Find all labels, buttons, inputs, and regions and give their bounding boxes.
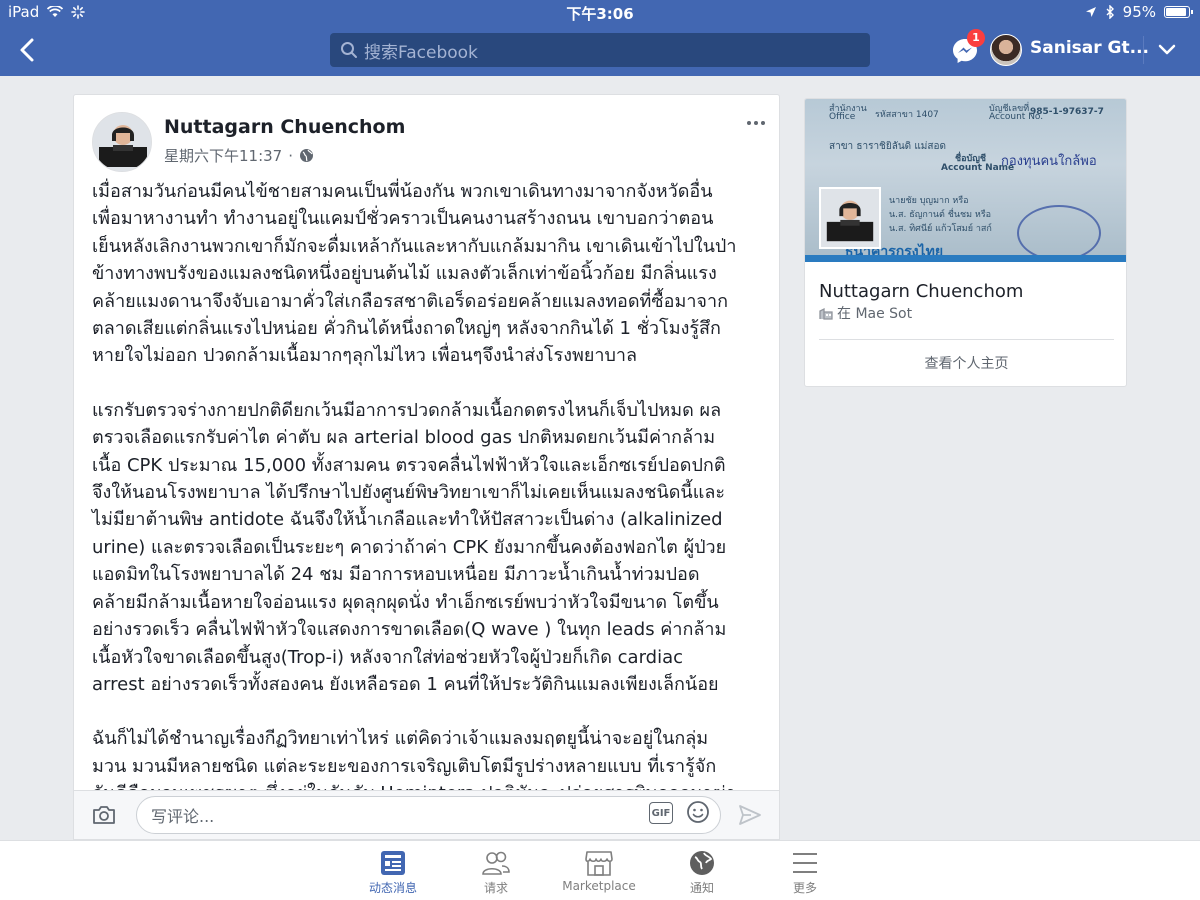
tab-news-feed[interactable]: 动态消息 — [348, 849, 438, 896]
gif-button[interactable]: GIF — [649, 802, 673, 824]
profile-divider — [819, 339, 1114, 340]
cover-holder-2: น.ส. ธัญกานต์ ชื่นชม หรือ — [889, 210, 992, 220]
bluetooth-icon — [1106, 5, 1114, 19]
globe-icon — [300, 149, 314, 162]
cover-stamp — [1017, 205, 1101, 261]
post-more-options-button[interactable] — [747, 117, 769, 129]
post-paragraph-2: แรกรับตรวจร่างกายปกติดียกเว้นมีอาการปวดก… — [92, 399, 727, 695]
cover-account-name: กองทุนคนใกล้พอ — [1001, 154, 1097, 169]
battery-level — [1166, 8, 1186, 16]
news-feed-icon — [381, 851, 405, 875]
status-right: 95% — [1085, 3, 1193, 21]
tab-label: 通知 — [689, 881, 714, 895]
author-photo — [93, 113, 151, 171]
profile-photo — [821, 189, 879, 247]
messenger-badge: 1 — [967, 29, 985, 47]
tab-label: 请求 — [483, 881, 508, 895]
location-arrow-icon — [1085, 7, 1096, 17]
status-time: 下午3:06 — [566, 5, 634, 23]
cover-account-number: 985-1-97637-7 — [1030, 107, 1104, 117]
more-menu-icon — [793, 853, 817, 873]
notifications-globe-icon — [690, 851, 714, 875]
tab-requests[interactable]: 请求 — [451, 849, 541, 896]
cover-office-en: Office — [829, 112, 856, 122]
post-author-avatar[interactable] — [92, 112, 152, 172]
search-placeholder: 搜索Facebook — [364, 42, 478, 63]
tab-marketplace[interactable]: Marketplace — [554, 849, 644, 893]
send-icon[interactable] — [738, 803, 762, 827]
tab-label: 更多 — [792, 881, 817, 895]
user-name[interactable]: Sanisar Gt... — [1030, 38, 1149, 58]
post-body: เมื่อสามวันก่อนมีคนไข้ชายสามคนเป็นพี่น้อ… — [92, 178, 772, 835]
comment-input[interactable]: 写评论... — [136, 796, 721, 834]
profile-picture[interactable] — [819, 187, 881, 249]
post-author-name[interactable]: Nuttagarn Chuenchom — [164, 116, 405, 138]
nav-divider — [1143, 36, 1144, 64]
comment-placeholder: 写评论... — [151, 807, 215, 826]
chevron-down-icon[interactable] — [1156, 38, 1178, 60]
user-avatar[interactable] — [990, 34, 1022, 66]
profile-location: 在 Mae Sot — [819, 303, 912, 323]
back-button[interactable] — [12, 34, 44, 66]
profile-name[interactable]: Nuttagarn Chuenchom — [819, 281, 1023, 302]
tab-label: Marketplace — [562, 879, 636, 893]
meta-separator: · — [288, 146, 294, 165]
comment-bar: 写评论... GIF — [73, 790, 780, 840]
tab-more[interactable]: 更多 — [760, 849, 850, 896]
emoji-icon[interactable] — [686, 800, 710, 824]
top-nav-bar: 搜索Facebook 1 Sanisar Gt... — [0, 24, 1200, 76]
post-timestamp[interactable]: 星期六下午11:37 — [164, 145, 282, 166]
marketplace-icon — [585, 851, 613, 876]
friend-requests-icon — [482, 851, 510, 875]
building-icon — [819, 307, 833, 320]
status-bar: iPad 下午3:06 95% — [0, 0, 1200, 24]
cover-branch-code: รหัสสาขา 1407 — [875, 110, 939, 120]
post-meta: 星期六下午11:37 · — [164, 145, 314, 166]
tab-label: 动态消息 — [368, 881, 417, 895]
cover-holder-3: น.ส. ทิศนีย์ แก้วโสมย์ าสก์ — [889, 224, 992, 234]
search-input[interactable]: 搜索Facebook — [330, 33, 870, 67]
profile-location-text: 在 Mae Sot — [837, 306, 913, 322]
profile-card: สำนักงาน Office รหัสสาขา 1407 บัญชีเลขที… — [804, 98, 1127, 387]
search-icon — [341, 42, 357, 58]
view-profile-link[interactable]: 查看个人主页 — [805, 353, 1126, 373]
camera-icon[interactable] — [92, 804, 116, 826]
battery-icon — [1164, 6, 1193, 18]
cover-bank-stripe — [805, 255, 1126, 262]
tab-notifications[interactable]: 通知 — [657, 849, 747, 896]
bottom-tab-bar: 动态消息 请求 Marketplace 通知 更多 — [0, 840, 1200, 900]
cover-branch-name: สาขา ธาราชิยิลันดิ แม่สอด — [829, 141, 946, 152]
post-card: Nuttagarn Chuenchom 星期六下午11:37 · เมื่อสา… — [73, 94, 780, 840]
post-paragraph-1: เมื่อสามวันก่อนมีคนไข้ชายสามคนเป็นพี่น้อ… — [92, 181, 737, 367]
cover-holder-1: นายชัย บุญมาก หรือ — [889, 196, 969, 206]
battery-percent: 95% — [1122, 3, 1156, 21]
